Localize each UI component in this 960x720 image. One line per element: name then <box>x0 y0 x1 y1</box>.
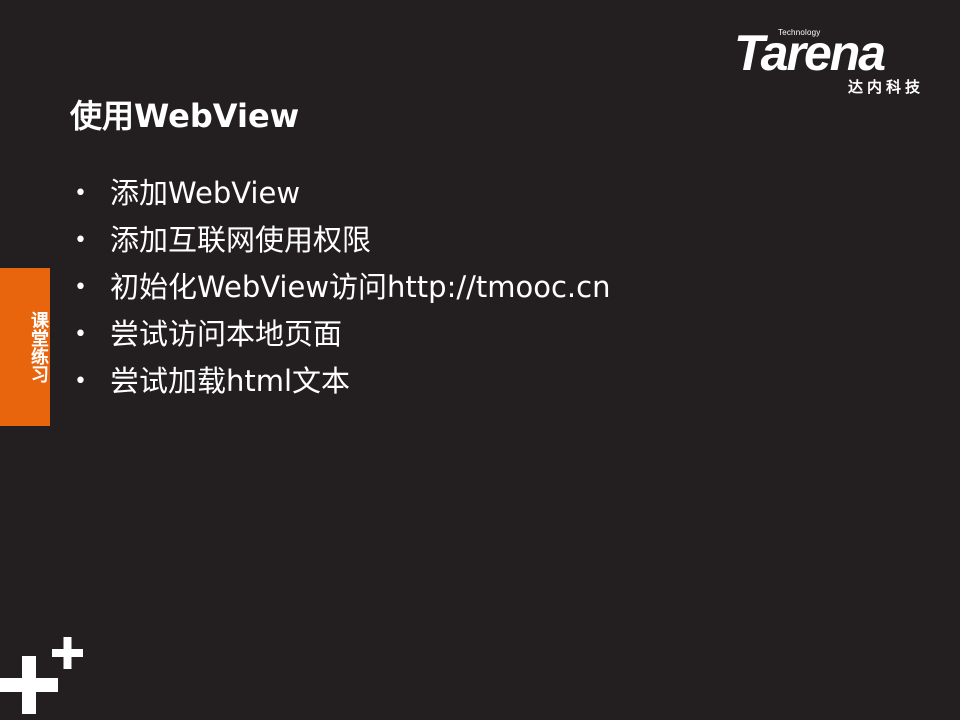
bullet-text: 尝试加载html文本 <box>110 364 351 398</box>
bullet-item: • 尝试加载html文本 <box>72 358 610 405</box>
logo-chinese-text: 达内科技 <box>847 78 924 96</box>
bullet-text: 初始化WebView访问http://tmooc.cn <box>110 270 611 304</box>
bullet-dot-icon: • <box>74 181 87 206</box>
bullet-dot-icon: • <box>74 322 87 347</box>
logo-brand-text: Tarena <box>734 25 886 81</box>
bullet-dot-icon: • <box>74 275 87 300</box>
bullet-text: 添加互联网使用权限 <box>110 223 372 257</box>
side-tab: 课堂练习 <box>0 268 50 426</box>
plus-plus-icon <box>0 637 83 714</box>
bullet-list: • 添加WebView • 添加互联网使用权限 • 初始化WebView访问ht… <box>72 170 610 405</box>
bullet-item: • 添加互联网使用权限 <box>72 217 610 264</box>
bullet-text: 尝试访问本地页面 <box>110 317 343 351</box>
side-tab-label: 课堂练习 <box>28 311 49 383</box>
bullet-dot-icon: • <box>74 228 87 253</box>
bullet-item: • 初始化WebView访问http://tmooc.cn <box>72 264 610 311</box>
bullet-item: • 尝试访问本地页面 <box>72 311 610 358</box>
bullet-dot-icon: • <box>74 369 87 394</box>
bullet-text: 添加WebView <box>110 176 301 210</box>
tarena-logo: Technology Tarena 达内科技 <box>730 24 930 100</box>
slide-title: 使用WebView <box>70 97 300 135</box>
slide: Technology Tarena 达内科技 使用WebView • 添加Web… <box>0 0 960 720</box>
bullet-item: • 添加WebView <box>72 170 610 217</box>
